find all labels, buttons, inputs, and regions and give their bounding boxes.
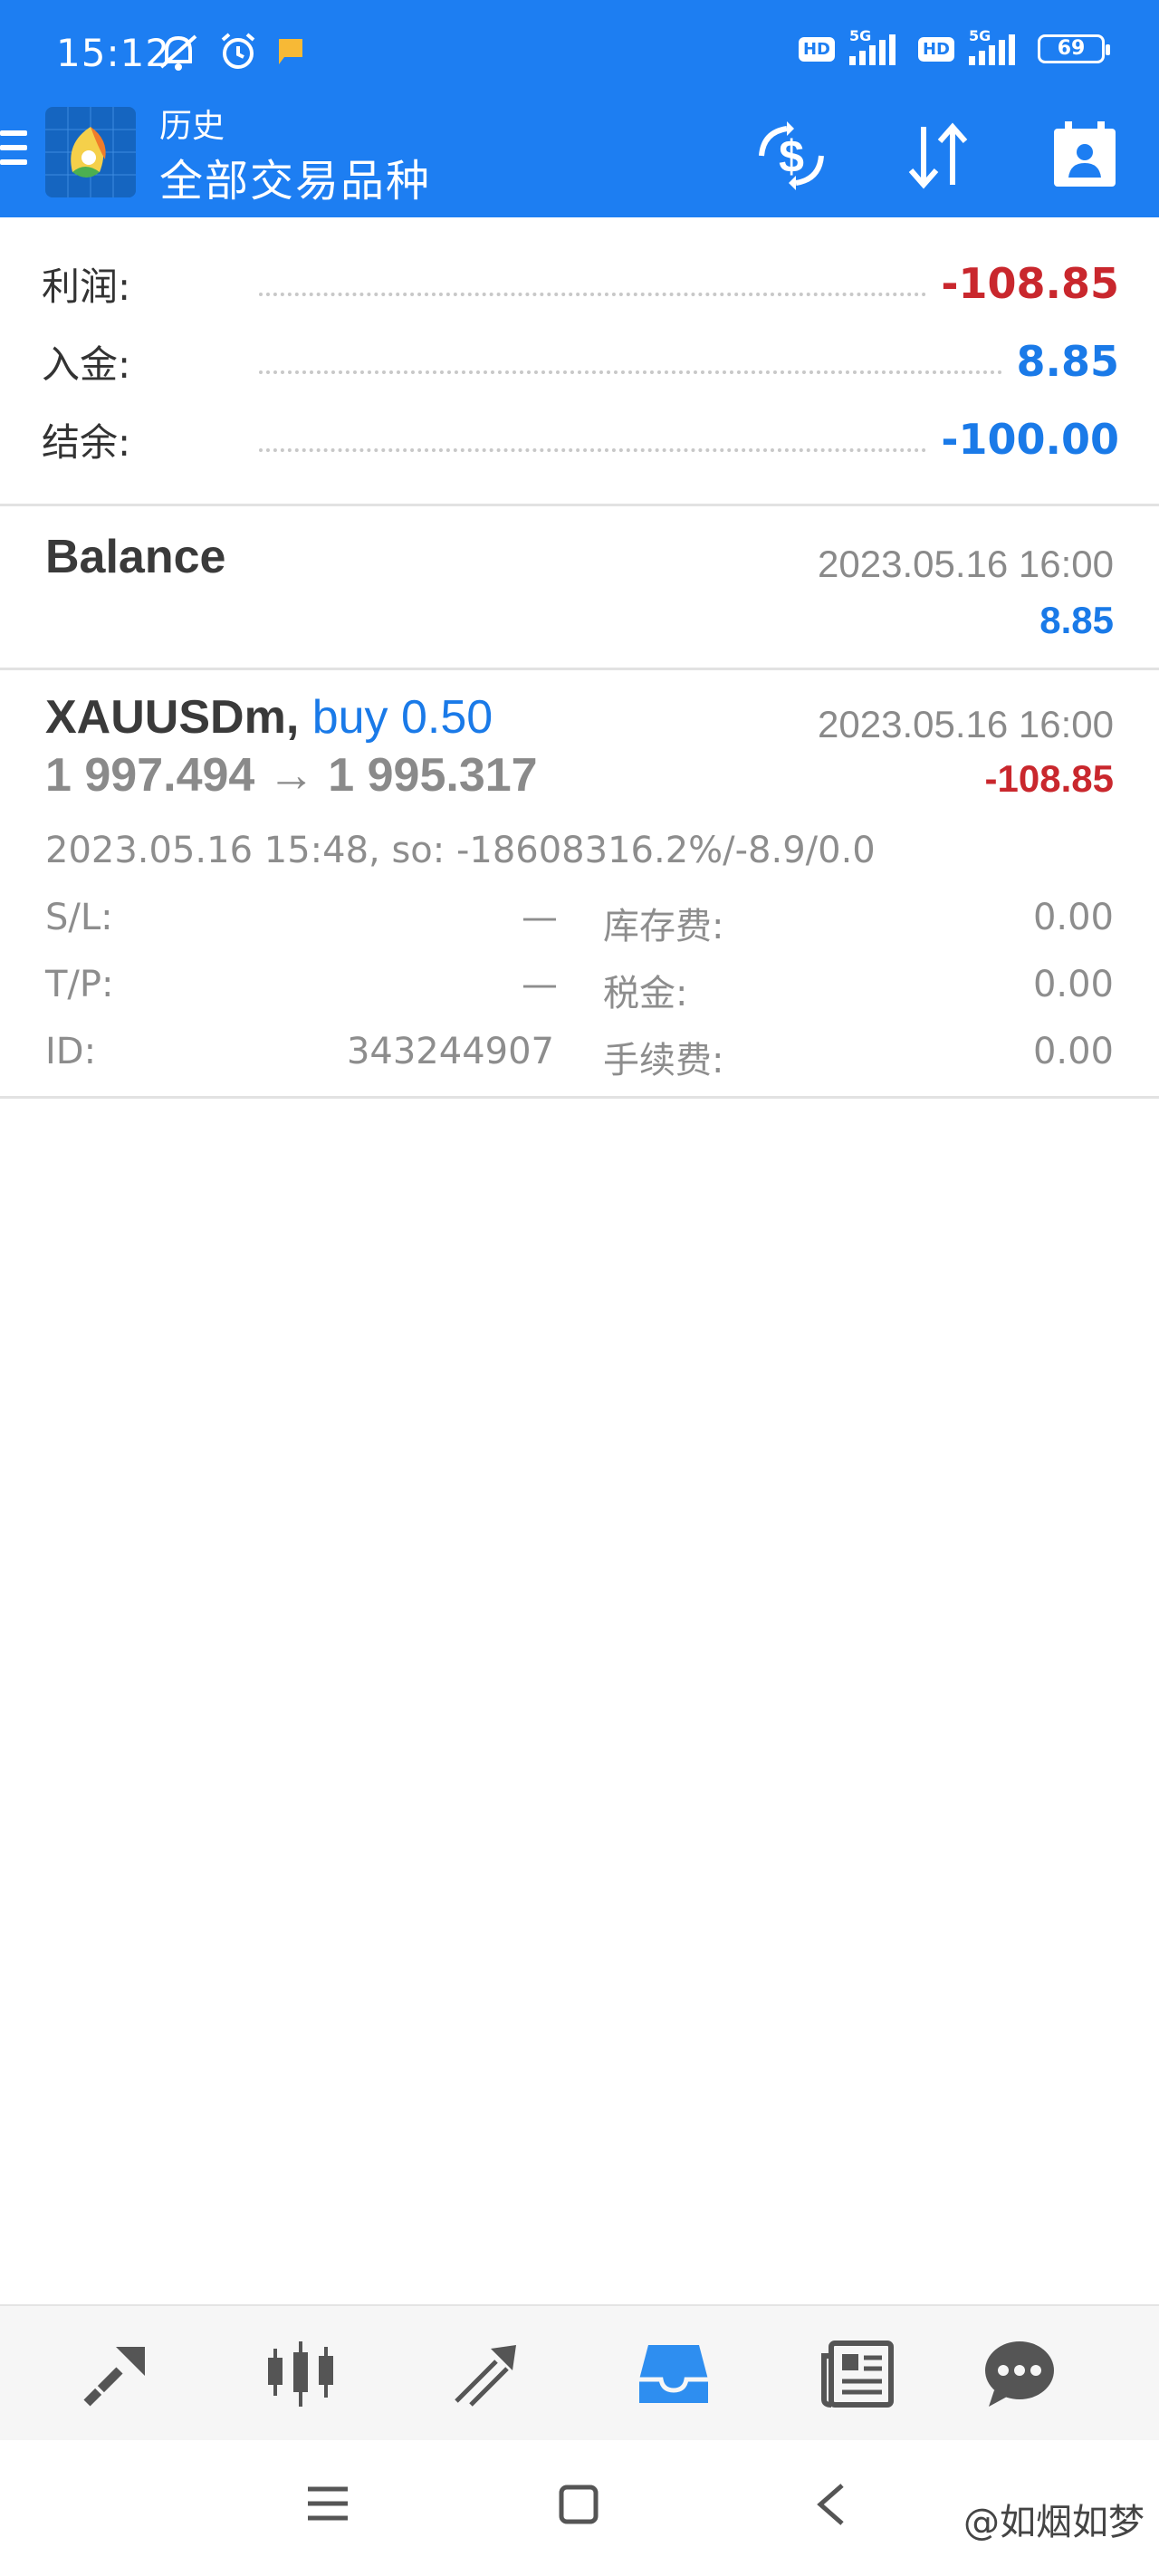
trade-deal-item[interactable]: XAUUSDm, buy 0.50 2023.05.16 16:00 1 997… [0, 670, 1159, 1099]
sort-button[interactable] [895, 112, 982, 199]
trade-icon [455, 2345, 516, 2407]
watermark: @如烟如梦 [963, 2502, 1145, 2543]
nav-news[interactable] [813, 2333, 904, 2415]
balance-value: -100.00 [941, 415, 1119, 464]
calendar-period-button[interactable] [1041, 112, 1128, 199]
summary-balance-row: 结余: -100.00 [42, 408, 1119, 471]
trade-prices: 1 997.494 → 1 995.317 [45, 748, 538, 803]
nav-quotes[interactable] [71, 2333, 161, 2415]
balance-title: Balance [45, 531, 226, 583]
swap-label: 库存费: [603, 906, 724, 947]
swap-value: 0.00 [1032, 897, 1114, 938]
status-right-icons: HD 5G HD 5G 69 [798, 27, 1110, 65]
deposit-value: 8.85 [1016, 337, 1120, 386]
chat-icon [985, 2341, 1054, 2407]
calendar-person-icon [1054, 121, 1116, 187]
screen-subtitle: 历史 [159, 108, 225, 145]
tax-label: 税金: [603, 973, 688, 1014]
balance-datetime: 2023.05.16 16:00 [818, 543, 1114, 585]
history-icon [639, 2345, 708, 2403]
status-bar: 15:12 HD 5G HD 5G 69 [0, 0, 1159, 107]
back-chevron-icon [817, 2484, 844, 2525]
currency-exchange-icon: $ [759, 121, 824, 190]
profit-value: -108.85 [941, 259, 1119, 308]
sl-label: S/L: [45, 897, 113, 938]
mute-bell-icon [159, 34, 197, 71]
nav-chat[interactable] [974, 2333, 1065, 2415]
home-square-icon [559, 2485, 599, 2524]
trade-header: XAUUSDm, buy 0.50 [45, 690, 493, 745]
status-time: 15:12 [56, 31, 171, 75]
currency-exchange-button[interactable]: $ [748, 112, 835, 199]
dotted-leader [259, 427, 927, 452]
id-label: ID: [45, 1031, 97, 1072]
tp-value: — [522, 964, 558, 1005]
nav-trade[interactable] [442, 2333, 532, 2415]
alarm-clock-icon [221, 33, 255, 69]
bottom-navigation [0, 2304, 1159, 2442]
news-icon [821, 2341, 894, 2408]
trade-open-info: 2023.05.16 15:48, so: -18608316.2%/-8.9/… [45, 830, 876, 871]
quotes-icon [83, 2347, 145, 2407]
sort-arrows-icon [908, 122, 968, 189]
menu-lines-icon [308, 2486, 348, 2521]
commission-label: 手续费: [603, 1040, 724, 1081]
dotted-leader [259, 271, 927, 296]
summary-panel: 利润: -108.85 入金: 8.85 结余: -100.00 [0, 217, 1159, 506]
app-logo [45, 107, 136, 197]
tax-value: 0.00 [1032, 964, 1114, 1005]
menu-icon[interactable] [0, 130, 27, 174]
symbol-filter-title[interactable]: 全部交易品种 [159, 145, 431, 208]
price-close: 1 995.317 [328, 749, 538, 802]
trade-symbol: XAUUSDm, [45, 691, 300, 744]
recents-button[interactable] [306, 2484, 350, 2527]
status-left-icons [156, 31, 308, 72]
profit-label: 利润: [42, 264, 131, 309]
sl-value: — [522, 897, 558, 938]
balance-deal-item[interactable]: Balance 2023.05.16 16:00 8.85 [0, 506, 1159, 670]
back-button[interactable] [813, 2482, 849, 2531]
balance-amount: 8.85 [1039, 599, 1114, 641]
chart-icon [268, 2341, 333, 2407]
app-bar: 历史 全部交易品种 $ [0, 100, 1159, 217]
notification-flag-icon [279, 39, 302, 64]
top-bar: 15:12 HD 5G HD 5G 69 历史 全部交易品种 $ [0, 0, 1159, 217]
svg-text:$: $ [779, 131, 804, 182]
dotted-leader [259, 349, 1002, 374]
metatrader-logo-icon [45, 107, 136, 197]
price-arrow: → [267, 749, 315, 802]
summary-deposit-row: 入金: 8.85 [42, 330, 1119, 393]
hd-badge-2: HD [917, 36, 954, 62]
hd-badge: HD [798, 36, 835, 62]
home-button[interactable] [558, 2484, 599, 2529]
price-open: 1 997.494 [45, 749, 255, 802]
balance-label: 结余: [42, 419, 131, 465]
battery-icon: 69 [1038, 34, 1110, 63]
nav-history[interactable] [628, 2333, 719, 2415]
trade-profit: -108.85 [984, 757, 1114, 800]
signal-icon: 5G [848, 27, 904, 65]
system-navigation-bar: @如烟如梦 [0, 2440, 1159, 2576]
trade-datetime: 2023.05.16 16:00 [818, 703, 1114, 745]
commission-value: 0.00 [1032, 1031, 1114, 1072]
tp-label: T/P: [45, 964, 114, 1005]
signal-icon-2: 5G [969, 27, 1023, 65]
summary-profit-row: 利润: -108.85 [42, 252, 1119, 315]
deposit-label: 入金: [42, 341, 131, 387]
nav-chart[interactable] [255, 2333, 346, 2415]
trade-direction: buy 0.50 [311, 691, 493, 744]
id-value: 343244907 [346, 1031, 554, 1072]
